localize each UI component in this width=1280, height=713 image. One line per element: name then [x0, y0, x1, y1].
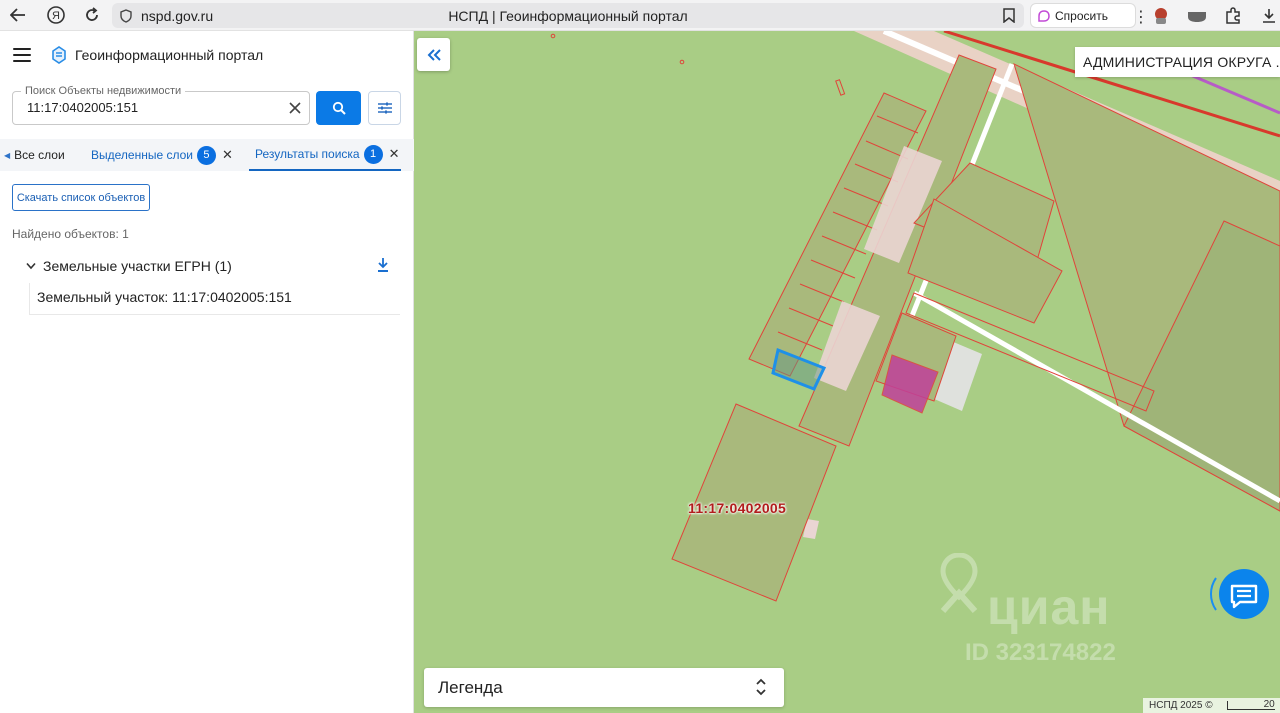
- address-bar[interactable]: nspd.gov.ru НСПД | Геоинформационный пор…: [112, 3, 1024, 28]
- menu-icon[interactable]: [13, 48, 31, 62]
- cadastral-quarter-label: 11:17:0402005: [688, 500, 787, 516]
- filter-button[interactable]: [368, 91, 401, 125]
- download-icon[interactable]: [376, 257, 390, 273]
- collapse-panel-button[interactable]: [417, 38, 450, 71]
- browser-toolbar: Я nspd.gov.ru НСПД | Геоинформационный п…: [0, 0, 1280, 31]
- page-title: НСПД | Геоинформационный портал: [448, 7, 688, 24]
- search-input[interactable]: Поиск Объекты недвижимости 11:17:0402005…: [12, 85, 310, 125]
- tab-selected-layers-label: Выделенные слои: [91, 148, 193, 162]
- bookmark-icon[interactable]: [1002, 8, 1016, 23]
- search-icon: [332, 101, 346, 115]
- ask-ai-label: Спросить: [1055, 8, 1108, 23]
- download-list-button[interactable]: Скачать список объектов: [12, 184, 150, 211]
- search-button[interactable]: [316, 91, 361, 125]
- point-marker: [835, 79, 846, 96]
- scale-bar: 20: [1226, 700, 1275, 710]
- panel-tabs: ◀ Все слои Выделенные слои 5 ✕ Результат…: [0, 139, 414, 171]
- search-value: 11:17:0402005:151: [27, 100, 139, 115]
- back-icon[interactable]: [6, 4, 30, 26]
- point-marker: [679, 59, 685, 65]
- watermark-brand: циан: [987, 579, 1111, 635]
- selected-count-badge: 5: [196, 145, 216, 165]
- clear-search-icon[interactable]: [287, 100, 303, 116]
- ask-ai-button[interactable]: Спросить ⋮: [1030, 3, 1149, 28]
- chat-button[interactable]: [1206, 558, 1280, 628]
- yandex-logo-icon[interactable]: Я: [44, 4, 68, 26]
- location-pin-icon: [940, 553, 978, 613]
- close-selected-tab-icon[interactable]: ✕: [222, 147, 233, 163]
- copyright-text: НСПД 2025 ©: [1149, 700, 1213, 711]
- legend-dropdown[interactable]: Легенда: [424, 668, 784, 707]
- tab-all-layers[interactable]: ◀ Все слои: [4, 139, 65, 171]
- results-count-badge: 1: [363, 144, 383, 164]
- extensions-puzzle-icon[interactable]: [1222, 5, 1244, 27]
- reload-icon[interactable]: [80, 4, 104, 26]
- result-group-header[interactable]: Земельные участки ЕГРН (1): [26, 256, 400, 276]
- download-tray-icon[interactable]: [1258, 5, 1280, 27]
- svg-text:Я: Я: [52, 10, 60, 22]
- point-marker: [550, 33, 556, 39]
- chevron-down-icon: [26, 262, 36, 270]
- close-results-tab-icon[interactable]: ✕: [389, 146, 400, 162]
- map-copyright: НСПД 2025 © 20: [1143, 698, 1280, 713]
- watermark-id: ID 323174822: [965, 639, 1116, 666]
- result-group-label: Земельные участки ЕГРН (1): [43, 258, 232, 274]
- portal-logo-icon: [52, 46, 66, 64]
- admin-territory-label[interactable]: АДМИНИСТРАЦИЯ ОКРУГА ...: [1075, 47, 1280, 77]
- legend-label: Легенда: [438, 677, 503, 697]
- found-count-text: Найдено объектов: 1: [12, 227, 129, 241]
- search-label: Поиск Объекты недвижимости: [21, 85, 186, 97]
- watermark: циан ID 323174822: [931, 553, 1161, 666]
- tab-all-layers-label: Все слои: [14, 148, 65, 162]
- more-menu-icon[interactable]: ⋮: [1133, 7, 1149, 27]
- portal-title: Геоинформационный портал: [75, 47, 264, 63]
- side-panel: Геоинформационный портал Поиск Объекты н…: [0, 31, 414, 713]
- extension-mask-icon[interactable]: [1186, 5, 1208, 27]
- filter-sliders-icon: [377, 102, 392, 114]
- extension-avatar-icon[interactable]: [1150, 5, 1172, 27]
- chevron-left-icon: ◀: [4, 150, 11, 160]
- tab-search-results-label: Результаты поиска: [255, 147, 360, 161]
- address-url: nspd.gov.ru: [141, 7, 214, 24]
- sparkle-icon: [1038, 9, 1050, 22]
- result-list-item[interactable]: Земельный участок: 11:17:0402005:151: [29, 283, 400, 315]
- tab-search-results[interactable]: Результаты поиска 1 ✕: [249, 139, 401, 171]
- map-view[interactable]: циан ID 323174822 АДМИНИСТРАЦИЯ ОКРУГА .…: [414, 31, 1280, 713]
- double-chevron-left-icon: [427, 48, 441, 61]
- tab-selected-layers[interactable]: Выделенные слои 5 ✕: [91, 139, 233, 171]
- shield-icon: [120, 8, 132, 23]
- chat-bubble-icon: [1219, 569, 1269, 619]
- expand-collapse-icon: [756, 678, 766, 696]
